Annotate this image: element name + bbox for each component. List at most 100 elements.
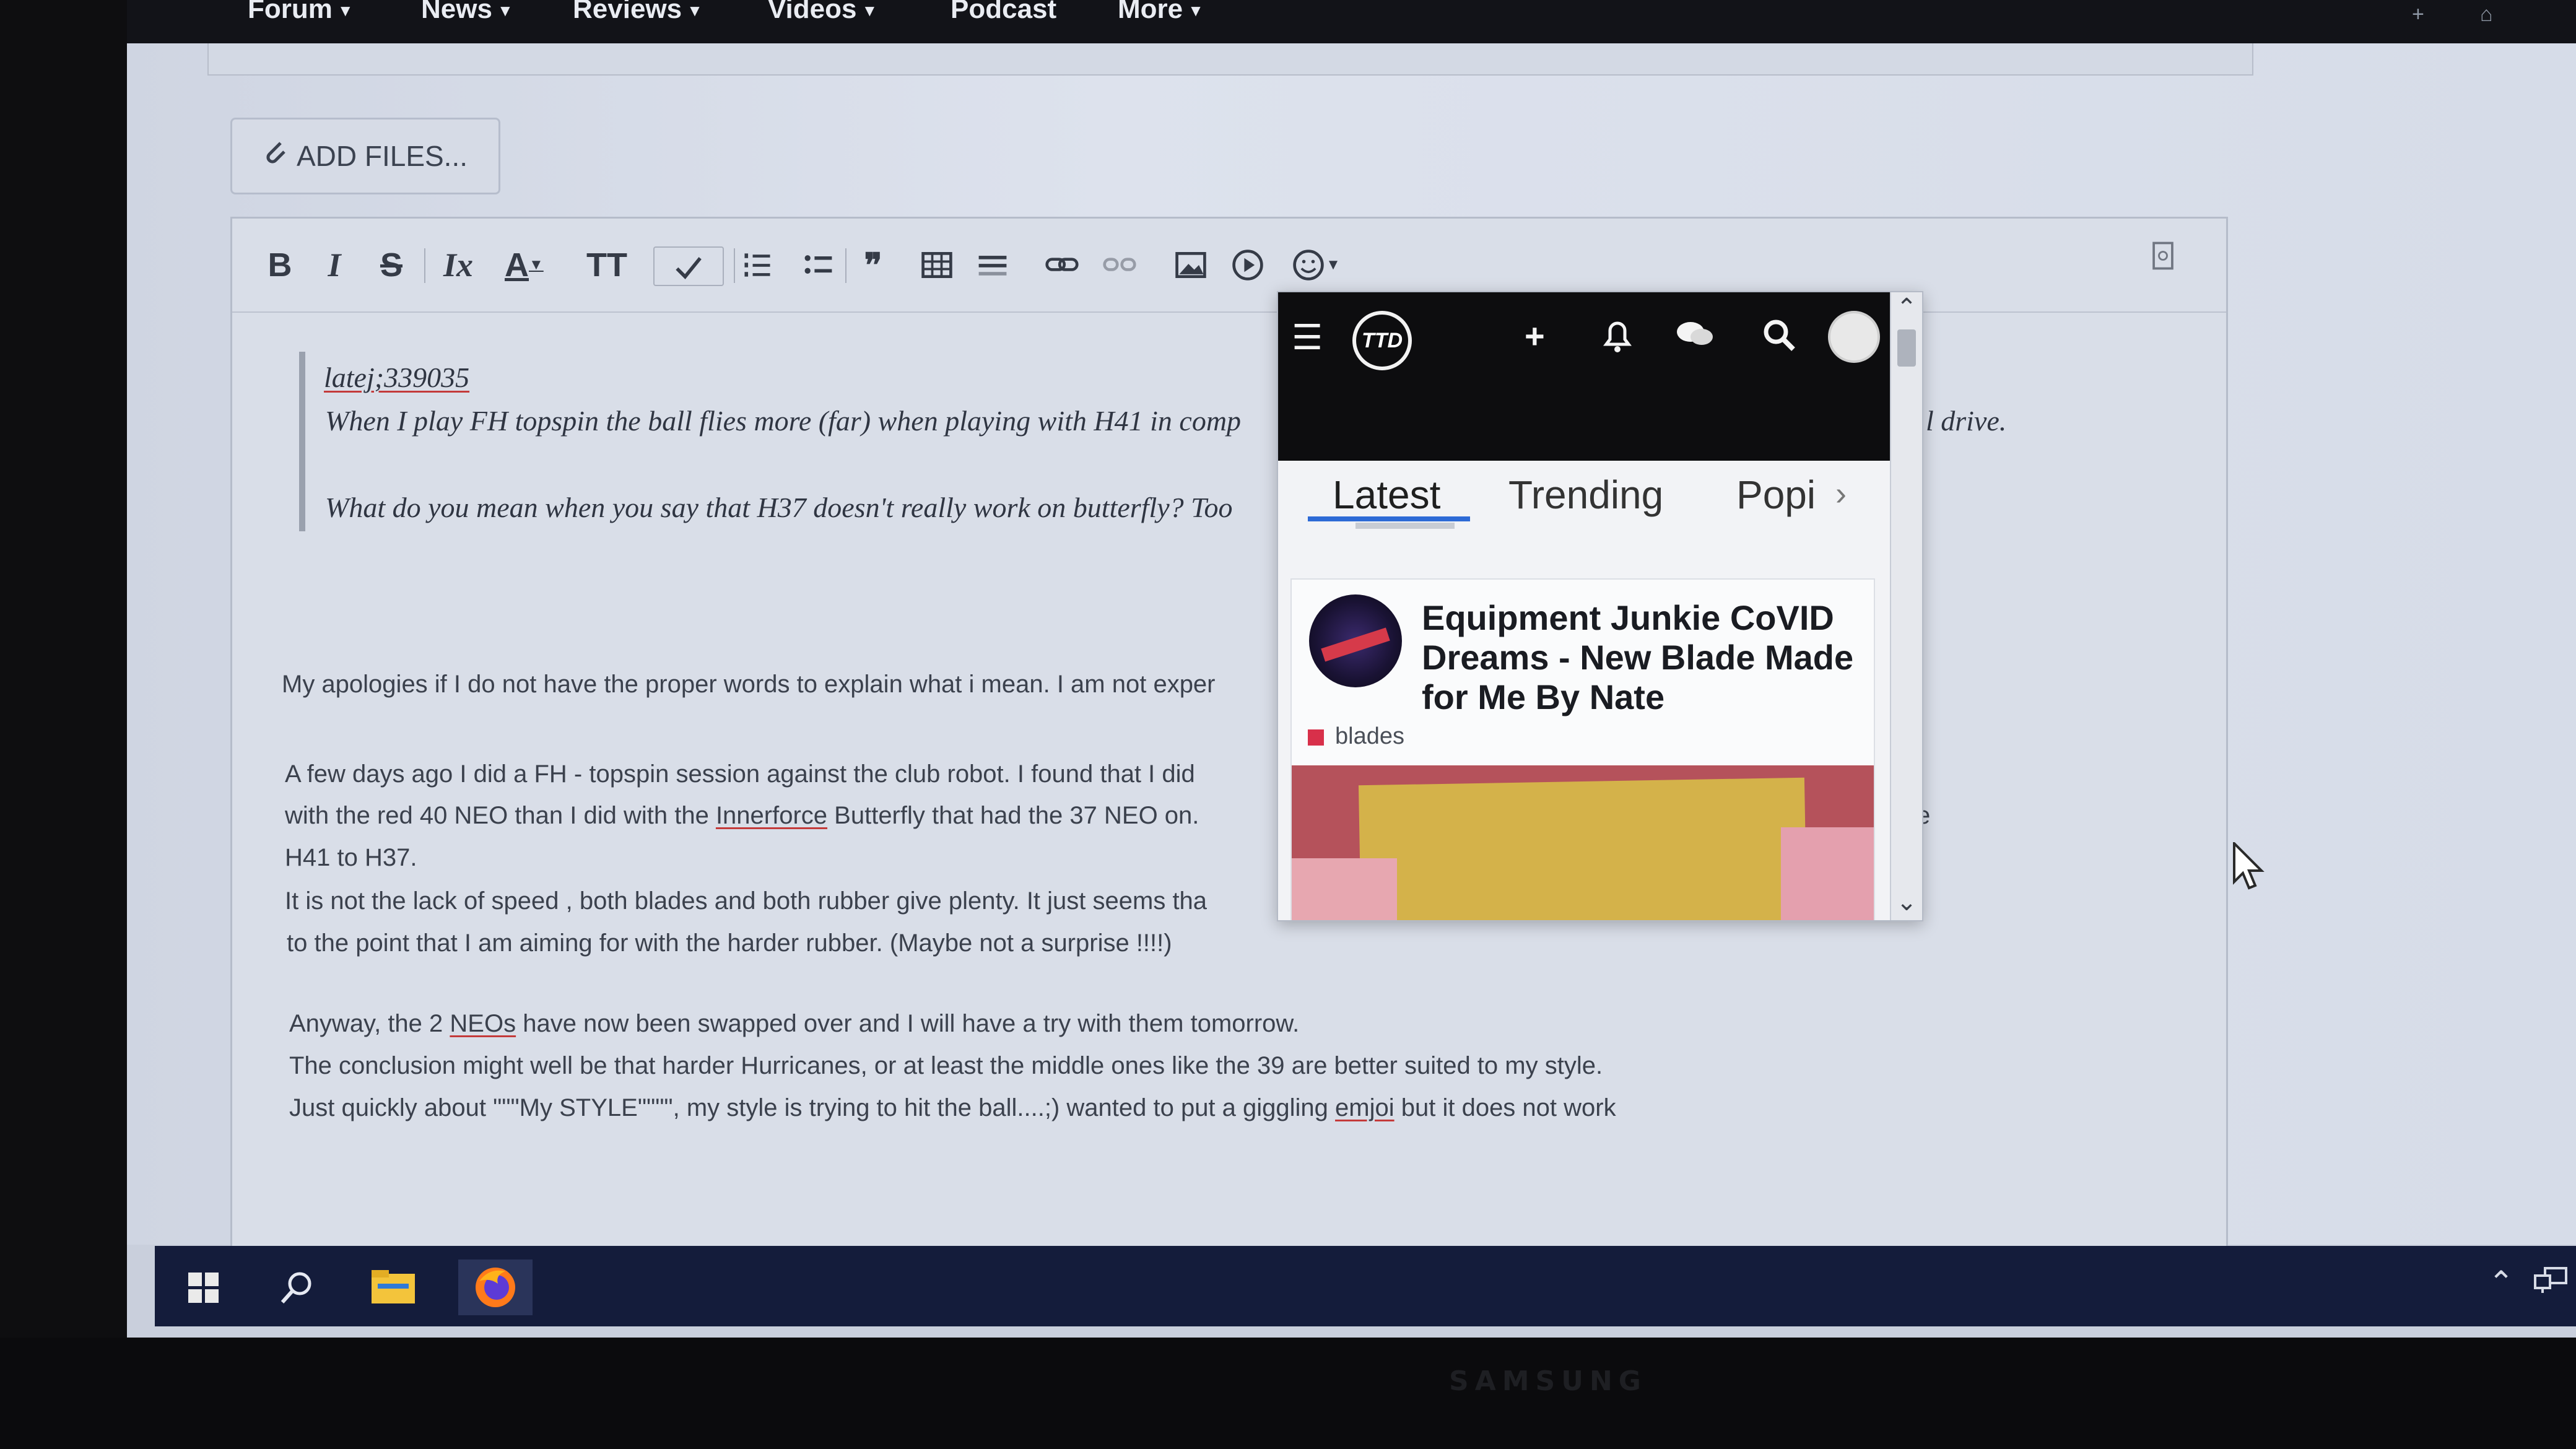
body-paragraph-2-line-1: A few days ago I did a FH - topspin sess… (285, 760, 1195, 788)
chevron-up-icon[interactable]: ⌃ (2488, 1264, 2514, 1300)
strikethrough-icon: S (380, 246, 403, 284)
text-span: Butterfly that had the 37 NEO on. (827, 802, 1199, 829)
ordered-list-button[interactable] (740, 246, 775, 284)
chevron-down-icon: ▼ (687, 1, 703, 20)
bell-icon[interactable]: ⌂ (2480, 2, 2493, 27)
file-explorer-button[interactable] (356, 1260, 430, 1315)
nav-reviews-label: Reviews (573, 0, 682, 24)
nav-more[interactable]: More ▼ (1118, 0, 1204, 25)
article-thumbnail[interactable] (1292, 765, 1874, 920)
scrollbar-thumb[interactable] (1897, 329, 1916, 367)
article-title[interactable]: Equipment Junkie CoVID Dreams - New Blad… (1422, 598, 1868, 717)
tag-color-dot (1308, 729, 1324, 746)
body-paragraph-3-line-1: Anyway, the 2 NEOs have now been swapped… (289, 1010, 1299, 1038)
spellcheck-icon (676, 257, 702, 279)
horizontal-rule-button[interactable] (975, 246, 1010, 284)
site-logo[interactable]: TTD (1352, 311, 1412, 370)
image-block (1781, 827, 1874, 920)
tab-latest[interactable]: Latest (1333, 472, 1440, 518)
chevron-down-icon[interactable]: ⌄ (1891, 887, 1922, 918)
site-logo-text: TTD (1361, 328, 1403, 352)
monitor-bezel-bottom (0, 1338, 2576, 1449)
toolbar-divider (424, 248, 425, 283)
windows-start-button[interactable] (166, 1260, 240, 1315)
bold-button[interactable]: B (264, 246, 295, 284)
quote-button[interactable]: ❞ (858, 246, 889, 284)
italic-button[interactable]: I (319, 246, 350, 284)
previous-post-panel (207, 43, 2253, 76)
nav-reviews[interactable]: Reviews ▼ (573, 0, 703, 25)
plus-icon[interactable]: + (2412, 2, 2424, 27)
chevron-down-icon: ▼ (529, 256, 544, 273)
font-size-button[interactable]: TT (586, 246, 627, 284)
popup-tabs: Latest Trending Popi › (1278, 461, 1891, 529)
popup-header: ☰ TTD + (1278, 292, 1891, 461)
add-files-button[interactable]: ADD FILES... (230, 118, 500, 194)
emoji-button[interactable]: ▼ (1285, 246, 1347, 284)
user-avatar[interactable] (1828, 311, 1880, 363)
embedded-site-popup: ☰ TTD + Latest Trending Popi › Equipment… (1277, 291, 1923, 921)
nav-videos[interactable]: Videos ▼ (768, 0, 877, 25)
media-button[interactable] (1230, 246, 1265, 284)
paperclip-icon (263, 139, 288, 173)
horizontal-rule-icon (978, 256, 1007, 276)
nav-podcast-label: Podcast (951, 0, 1057, 24)
text-span: Anyway, the 2 (289, 1010, 450, 1037)
table-button[interactable] (920, 246, 954, 284)
text-span: but it does not work (1394, 1094, 1616, 1121)
hamburger-menu-icon[interactable]: ☰ (1292, 317, 1323, 358)
plus-icon[interactable]: + (1525, 316, 1545, 356)
image-button[interactable] (1173, 246, 1208, 284)
clear-format-button[interactable]: Ix (443, 246, 474, 284)
tab-trending[interactable]: Trending (1508, 472, 1663, 518)
post-editor: B I S Ix A ▼ TT ❞ ▼ latej;339035 When I … (230, 217, 2228, 1248)
popup-scrollbar[interactable]: ⌃ ⌄ (1890, 292, 1922, 920)
quote-line-1-tail: l drive. (1926, 405, 2007, 437)
body-paragraph-2-line-5: to the point that I am aiming for with t… (287, 929, 1172, 957)
clear-format-icon: Ix (443, 246, 473, 284)
nav-podcast[interactable]: Podcast (951, 0, 1056, 25)
chevron-down-icon: ▼ (337, 1, 354, 20)
bullet-list-button[interactable] (801, 246, 835, 284)
monitor-bezel-left (0, 0, 127, 1449)
site-navbar: Forum ▼ News ▼ Reviews ▼ Videos ▼ Podcast Mo… (127, 0, 2576, 43)
blade-image (1358, 777, 1808, 920)
source-button[interactable] (2146, 237, 2180, 274)
bullet-list-icon (804, 255, 832, 274)
avatar-stripe (1321, 627, 1390, 662)
ordered-list-icon (744, 253, 770, 277)
body-paragraph-1: My apologies if I do not have the proper… (282, 671, 1216, 698)
network-icon[interactable] (2533, 1264, 2570, 1303)
article-card[interactable]: Equipment Junkie CoVID Dreams - New Blad… (1290, 578, 1875, 920)
article-tag[interactable]: blades (1308, 723, 1404, 750)
font-size-icon: TT (586, 246, 627, 284)
nav-forum[interactable]: Forum ▼ (248, 0, 354, 25)
source-icon (2152, 242, 2174, 270)
text-color-button[interactable]: A ▼ (505, 246, 544, 284)
strikethrough-button[interactable]: S (376, 246, 407, 284)
firefox-button[interactable] (458, 1260, 533, 1315)
link-button[interactable] (1045, 246, 1079, 284)
search-icon[interactable] (1761, 317, 1797, 361)
mouse-cursor-icon (2233, 842, 2265, 890)
toolbar-divider (845, 248, 846, 283)
unlink-button[interactable] (1102, 246, 1137, 284)
add-files-label: ADD FILES... (296, 140, 468, 172)
article-tag-label: blades (1335, 723, 1404, 749)
quote-line-1: When I play FH topspin the ball flies mo… (325, 405, 1242, 437)
chat-icon[interactable] (1674, 317, 1715, 360)
tab-popular[interactable]: Popi (1736, 472, 1816, 518)
media-icon (1232, 250, 1263, 281)
table-icon (921, 252, 952, 278)
emoji-icon (1293, 250, 1324, 281)
italic-icon: I (328, 246, 341, 284)
bell-icon[interactable] (1600, 317, 1635, 362)
search-button[interactable] (260, 1260, 334, 1315)
spellcheck-button[interactable] (653, 246, 724, 286)
chevron-right-icon[interactable]: › (1835, 474, 1847, 513)
firefox-icon (476, 1268, 515, 1307)
chevron-up-icon[interactable]: ⌃ (1891, 292, 1922, 323)
author-avatar (1309, 594, 1402, 687)
nav-news[interactable]: News ▼ (421, 0, 513, 25)
body-paragraph-2-line-2: with the red 40 NEO than I did with the … (285, 802, 1199, 830)
